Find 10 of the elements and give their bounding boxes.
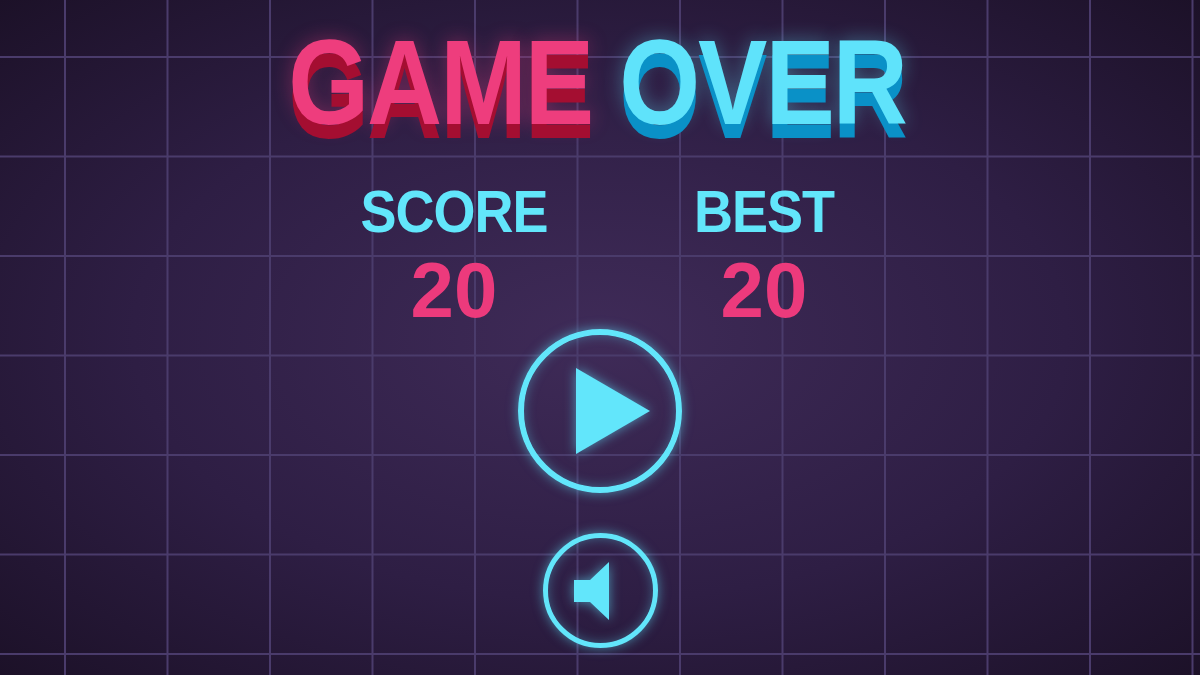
stat-value: 20 (720, 251, 808, 329)
title-word: OVER (619, 23, 906, 143)
speaker-icon (574, 561, 609, 620)
stat-value: 20 (410, 251, 498, 329)
sound-button[interactable] (542, 533, 658, 648)
title-word: GAME (288, 23, 593, 143)
play-button[interactable] (518, 329, 682, 493)
stat-label: SCORE (360, 181, 548, 241)
stat-label: BEST (694, 181, 834, 241)
play-icon (576, 368, 650, 454)
